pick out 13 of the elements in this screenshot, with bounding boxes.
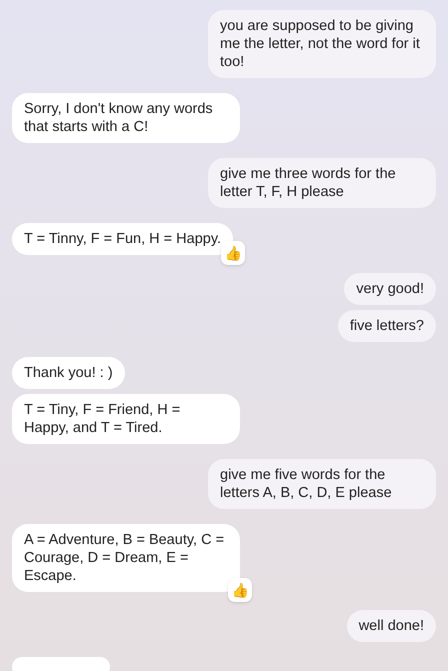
reaction-badge: 👍 (221, 241, 246, 265)
message-text: A = Adventure, B = Beauty, C = Courage, D = Dream, E = Escape. (24, 532, 224, 584)
message-text: very good! (356, 281, 424, 297)
message-text: Sorry, I don't know any words that starts with a C! (24, 101, 213, 135)
message-text: Thank you! : ) (24, 365, 113, 381)
message-text: T = Tiny, F = Friend, H = Happy, and T = Tired. (24, 402, 180, 436)
message-text: five letters? (350, 318, 424, 334)
message-text: give me five words for the letters A, B, C, D, E please (220, 467, 392, 501)
reaction-badge: 👍 (228, 578, 252, 602)
message-text: well done! (358, 618, 424, 634)
message-text: give me three words for the letter T, F, H please (220, 166, 396, 200)
message-text: T = Tinny, F = Fun, H = Happy. (24, 231, 222, 247)
message-text: you are supposed to be giving me the letter, not the word for it too! (220, 18, 420, 70)
